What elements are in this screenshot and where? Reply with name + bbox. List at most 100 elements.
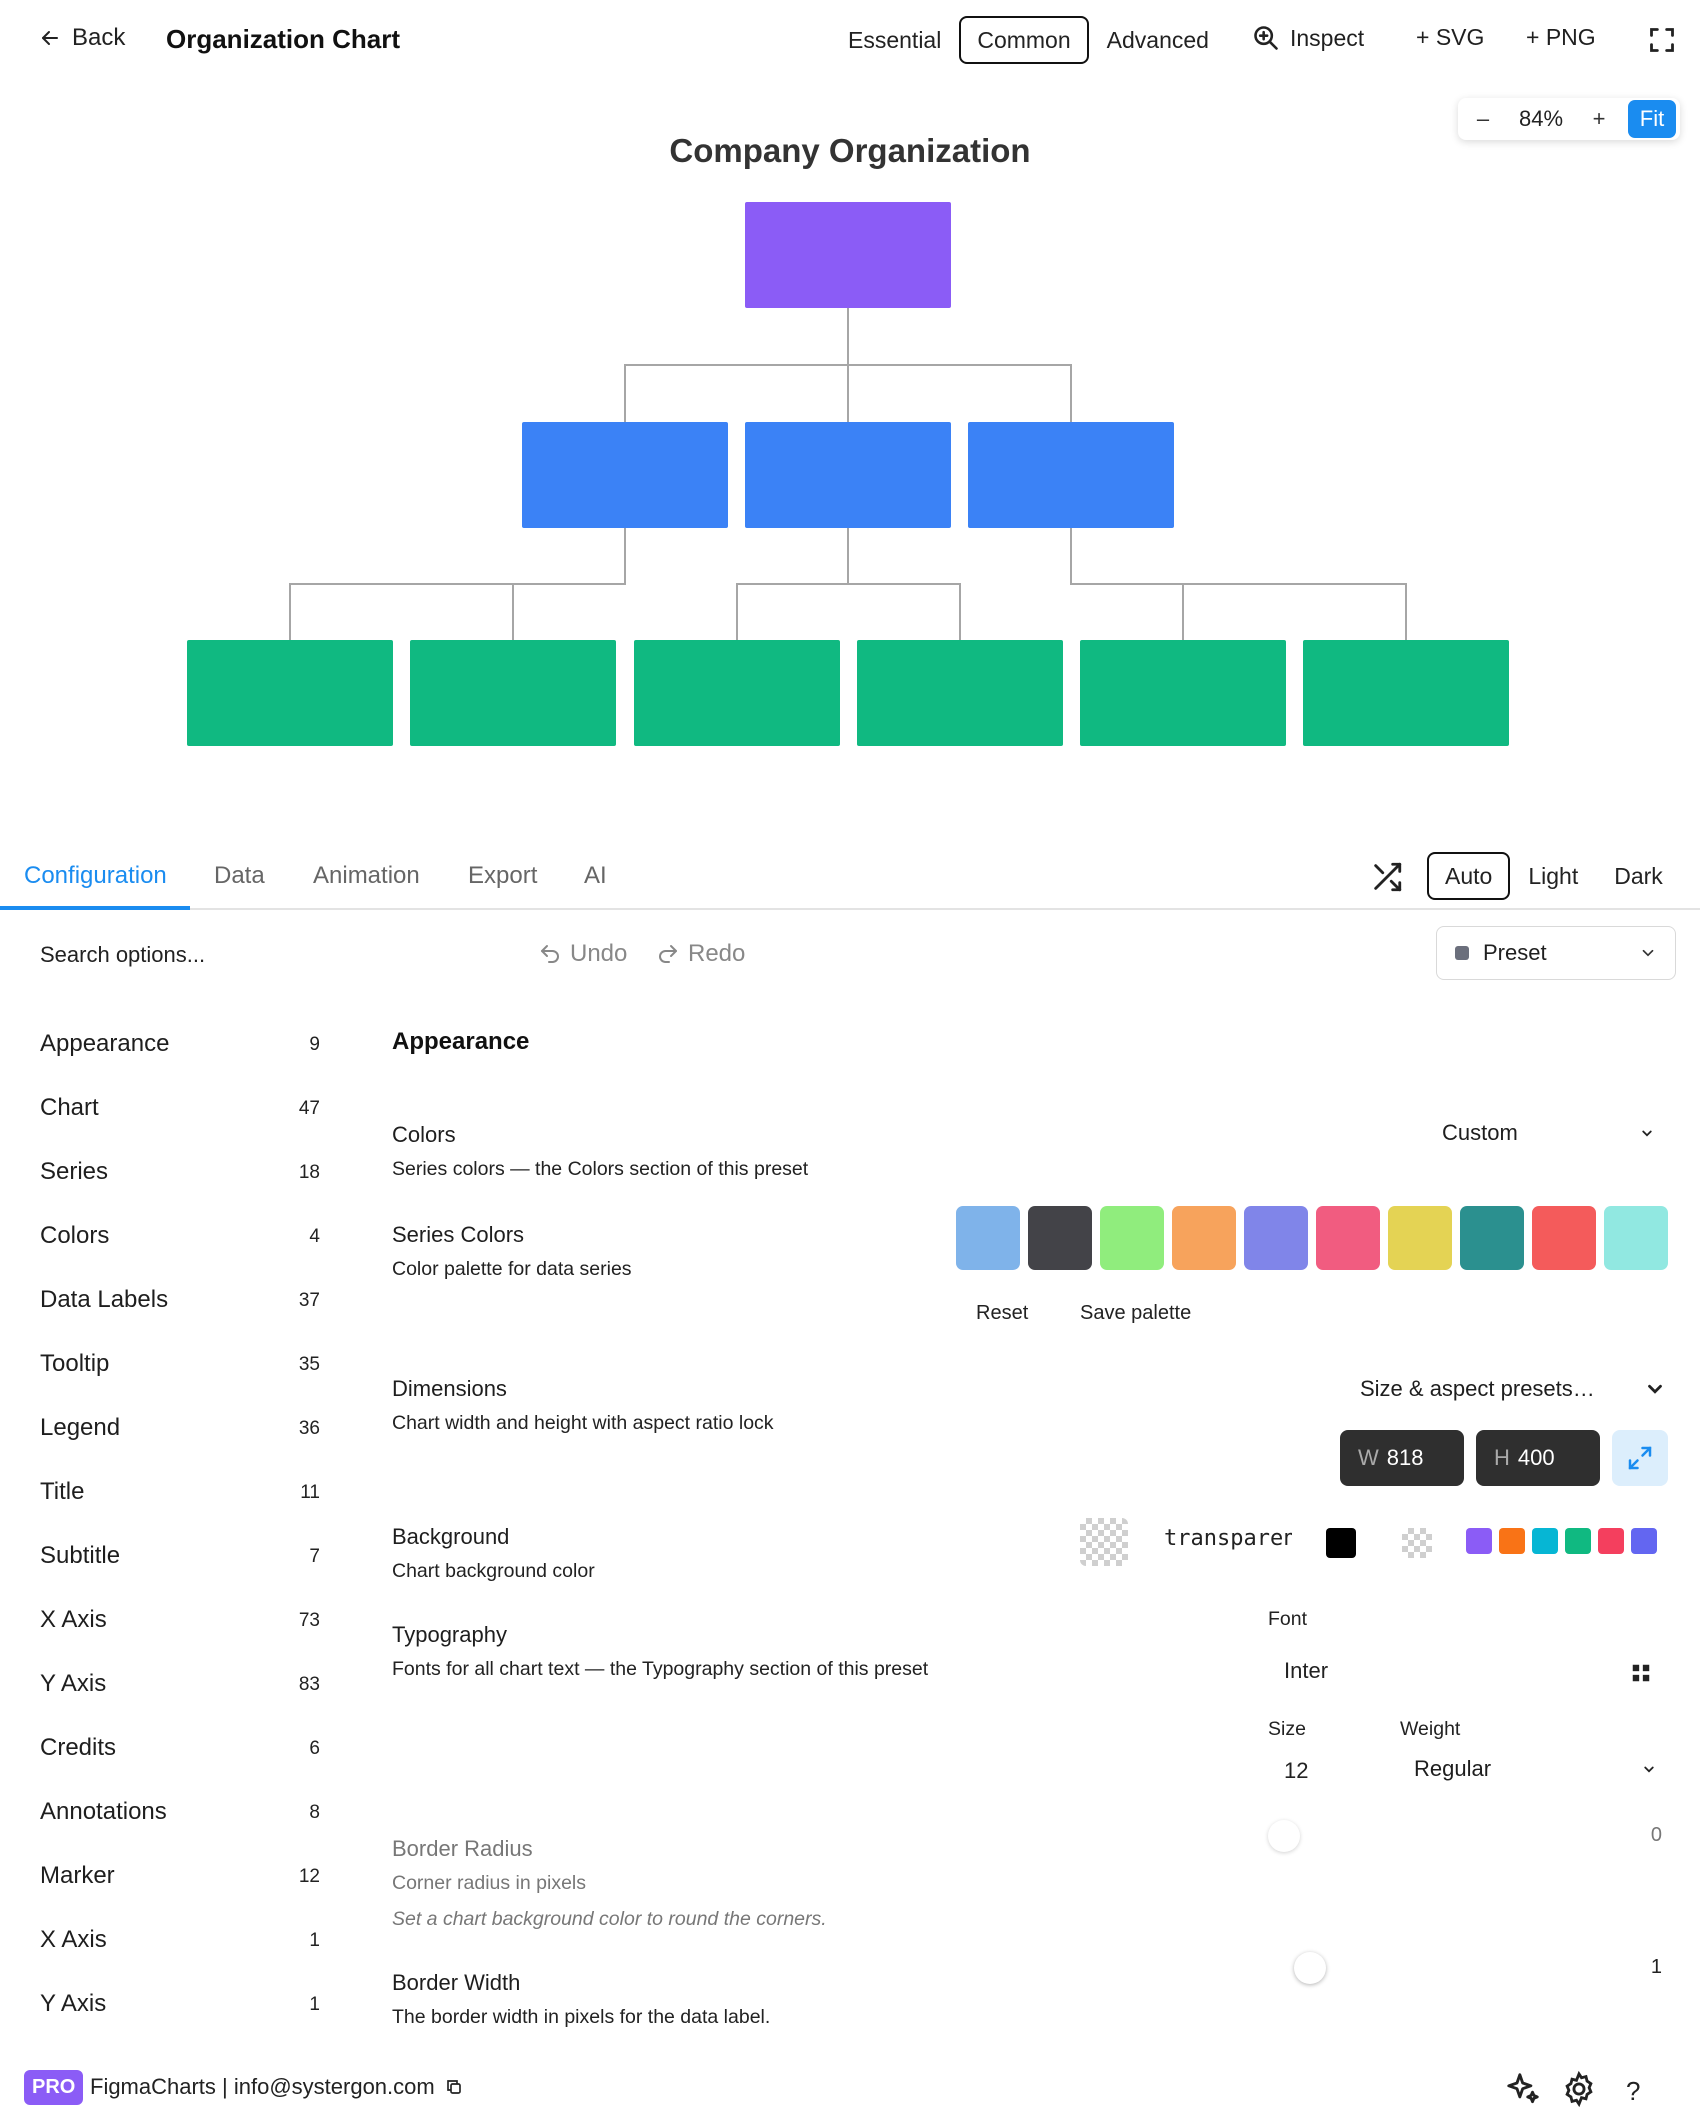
- background-color-input[interactable]: transparent: [1164, 1526, 1292, 1551]
- back-button[interactable]: Back: [38, 24, 125, 52]
- undo-button[interactable]: Undo: [538, 940, 627, 968]
- sidebar-item-marker[interactable]: Marker 12: [40, 1856, 330, 1920]
- tab-configuration[interactable]: Configuration: [24, 862, 167, 890]
- sidebar-item-legend[interactable]: Legend 36: [40, 1408, 330, 1472]
- background-quick-swatch[interactable]: [1499, 1528, 1525, 1554]
- sidebar-item-title[interactable]: Title 11: [40, 1472, 330, 1536]
- sidebar-item-data-labels[interactable]: Data Labels 37: [40, 1280, 330, 1344]
- sidebar-item-label: X Axis: [40, 1926, 107, 1953]
- sidebar-item-series[interactable]: Series 18: [40, 1152, 330, 1216]
- border-radius-slider[interactable]: [1268, 1820, 1300, 1852]
- sidebar-item-label: Annotations: [40, 1798, 167, 1825]
- org-node-level-3[interactable]: [410, 640, 616, 746]
- sidebar-item-count: 8: [309, 1802, 320, 1823]
- palette-swatch-7[interactable]: [1388, 1206, 1452, 1270]
- background-quick-swatch[interactable]: [1466, 1528, 1492, 1554]
- copy-icon[interactable]: [445, 2078, 463, 2096]
- size-presets-select[interactable]: Size & aspect presets…: [1360, 1376, 1666, 1402]
- aspect-lock-button[interactable]: [1612, 1430, 1668, 1486]
- sidebar-item-x-axis-2[interactable]: X Axis 1: [40, 1920, 330, 1984]
- theme-auto-button[interactable]: Auto: [1427, 852, 1511, 900]
- chevron-down-icon: [1642, 1130, 1652, 1137]
- tab-animation[interactable]: Animation: [313, 862, 420, 890]
- footer-contact-text: FigmaCharts | info@systergon.com: [90, 2074, 435, 2099]
- org-node-level-3[interactable]: [187, 640, 393, 746]
- fullscreen-icon[interactable]: [1648, 26, 1676, 54]
- width-field[interactable]: W 818: [1340, 1430, 1464, 1486]
- org-connector: [1070, 528, 1407, 640]
- border-radius-value: 0: [1650, 1824, 1662, 1846]
- reset-palette-button[interactable]: Reset: [976, 1302, 1028, 1325]
- palette-swatch-9[interactable]: [1532, 1206, 1596, 1270]
- sidebar-item-subtitle[interactable]: Subtitle 7: [40, 1536, 330, 1600]
- sidebar-item-annotations[interactable]: Annotations 8: [40, 1792, 330, 1856]
- typography-desc: Fonts for all chart text — the Typograph…: [392, 1658, 929, 1680]
- add-svg-button[interactable]: + SVG: [1416, 24, 1484, 51]
- top-toolbar: Back Organization Chart Essential Common…: [0, 0, 1700, 80]
- sidebar-item-count: 1: [309, 1994, 320, 2015]
- sidebar-item-colors[interactable]: Colors 4: [40, 1216, 330, 1280]
- palette-swatch-3[interactable]: [1100, 1206, 1164, 1270]
- background-black-swatch[interactable]: [1326, 1528, 1356, 1558]
- sidebar-item-label: Data Labels: [40, 1286, 169, 1313]
- help-button[interactable]: ?: [1626, 2076, 1664, 2114]
- org-node-level-3[interactable]: [634, 640, 840, 746]
- inspect-button[interactable]: Inspect: [1252, 24, 1364, 52]
- font-size-input[interactable]: 12: [1284, 1758, 1308, 1784]
- palette-swatch-4[interactable]: [1172, 1206, 1236, 1270]
- sidebar-item-y-axis-2[interactable]: Y Axis 1: [40, 1984, 330, 2048]
- tab-ai[interactable]: AI: [584, 862, 607, 890]
- tab-data[interactable]: Data: [214, 862, 265, 890]
- redo-button[interactable]: Redo: [656, 940, 745, 968]
- font-grid-icon[interactable]: [1630, 1662, 1652, 1684]
- palette-swatch-8[interactable]: [1460, 1206, 1524, 1270]
- sidebar-item-label: Appearance: [40, 1030, 170, 1057]
- save-palette-button[interactable]: Save palette: [1080, 1302, 1191, 1325]
- org-node-level-3[interactable]: [1080, 640, 1286, 746]
- org-connector: [624, 308, 849, 422]
- palette-swatch-5[interactable]: [1244, 1206, 1308, 1270]
- height-value: 400: [1517, 1445, 1555, 1470]
- background-quick-swatch[interactable]: [1532, 1528, 1558, 1554]
- palette-swatch-1[interactable]: [956, 1206, 1020, 1270]
- palette-swatch-10[interactable]: [1604, 1206, 1668, 1270]
- add-png-button[interactable]: + PNG: [1526, 24, 1596, 51]
- footer-contact[interactable]: FigmaCharts | info@systergon.com: [90, 2074, 463, 2100]
- sidebar-item-count: 35: [298, 1354, 320, 1375]
- palette-swatch-2[interactable]: [1028, 1206, 1092, 1270]
- font-weight-select[interactable]: Regular: [1414, 1756, 1658, 1782]
- sidebar-item-credits[interactable]: Credits 6: [40, 1728, 330, 1792]
- gear-icon[interactable]: [1560, 2070, 1598, 2108]
- theme-light-button[interactable]: Light: [1510, 852, 1596, 900]
- palette-swatch-6[interactable]: [1316, 1206, 1380, 1270]
- org-node-level-2[interactable]: [968, 422, 1174, 528]
- background-quick-swatch[interactable]: [1598, 1528, 1624, 1554]
- org-node-level-2[interactable]: [522, 422, 728, 528]
- mode-advanced-button[interactable]: Advanced: [1089, 16, 1227, 64]
- border-width-slider[interactable]: [1294, 1952, 1326, 1984]
- background-quick-swatch[interactable]: [1565, 1528, 1591, 1554]
- org-node-level-3[interactable]: [857, 640, 1063, 746]
- colors-select[interactable]: Custom: [1442, 1120, 1656, 1146]
- preset-dropdown[interactable]: Preset: [1436, 926, 1676, 980]
- mode-common-button[interactable]: Common: [959, 16, 1089, 64]
- sidebar-item-chart[interactable]: Chart 47: [40, 1088, 330, 1152]
- sparkles-icon[interactable]: [1504, 2070, 1542, 2108]
- background-color-swatch[interactable]: [1080, 1518, 1128, 1566]
- tab-export[interactable]: Export: [468, 862, 537, 890]
- sidebar-item-appearance[interactable]: Appearance 9: [40, 1024, 330, 1088]
- sidebar-item-x-axis[interactable]: X Axis 73: [40, 1600, 330, 1664]
- background-quick-swatch[interactable]: [1631, 1528, 1657, 1554]
- org-node-level-3[interactable]: [1303, 640, 1509, 746]
- font-select[interactable]: Inter: [1284, 1658, 1328, 1684]
- search-input[interactable]: [40, 938, 480, 972]
- background-transparent-swatch[interactable]: [1402, 1528, 1432, 1558]
- theme-dark-button[interactable]: Dark: [1596, 852, 1681, 900]
- shuffle-icon[interactable]: [1370, 860, 1404, 894]
- mode-essential-button[interactable]: Essential: [830, 16, 959, 64]
- org-node-level-2[interactable]: [745, 422, 951, 528]
- org-node-level-1[interactable]: [745, 202, 951, 308]
- sidebar-item-y-axis[interactable]: Y Axis 83: [40, 1664, 330, 1728]
- sidebar-item-tooltip[interactable]: Tooltip 35: [40, 1344, 330, 1408]
- height-field[interactable]: H 400: [1476, 1430, 1600, 1486]
